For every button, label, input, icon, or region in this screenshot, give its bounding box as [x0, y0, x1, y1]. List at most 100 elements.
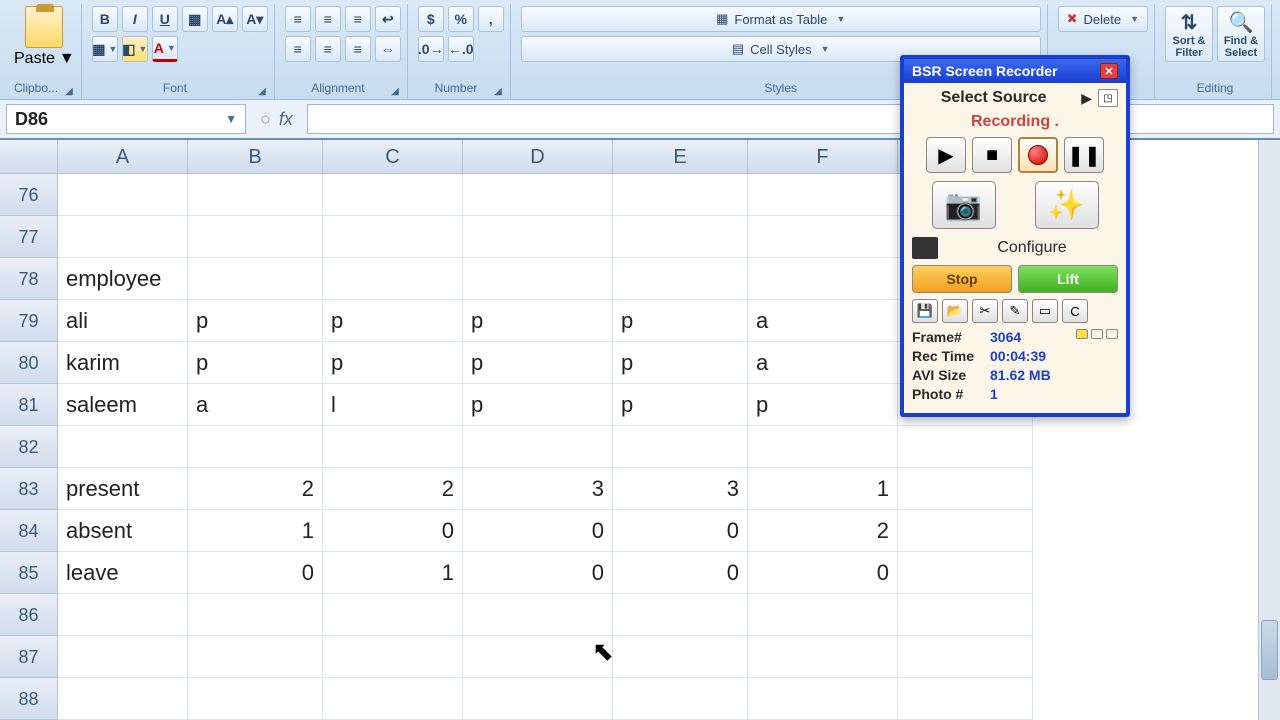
window-icon[interactable]: ▭ [1032, 299, 1058, 323]
cell[interactable] [463, 258, 613, 300]
dialog-launcher-icon[interactable]: ◢ [258, 86, 266, 97]
cell[interactable] [898, 468, 1033, 510]
underline-button[interactable]: U [152, 6, 178, 32]
increase-decimal-button[interactable]: .0→ [418, 36, 444, 62]
dialog-launcher-icon[interactable]: ◢ [494, 86, 502, 97]
cell[interactable] [58, 636, 188, 678]
select-source-button[interactable]: Select Source [912, 89, 1075, 107]
cell[interactable]: 1 [188, 510, 323, 552]
cell[interactable]: 3 [613, 468, 748, 510]
align-right-button[interactable]: ≡ [345, 36, 371, 62]
name-box[interactable]: D86 ▼ [6, 104, 246, 134]
cell[interactable]: p [188, 300, 323, 342]
cell[interactable] [463, 594, 613, 636]
cell[interactable]: 0 [748, 552, 898, 594]
cell[interactable] [463, 426, 613, 468]
recorder-lift-button[interactable]: Lift [1018, 265, 1118, 293]
cell[interactable]: p [323, 342, 463, 384]
close-icon[interactable]: ✕ [1100, 63, 1118, 79]
cell[interactable] [58, 216, 188, 258]
cell[interactable]: 1 [323, 552, 463, 594]
cell[interactable] [188, 426, 323, 468]
cell[interactable] [188, 678, 323, 720]
align-middle-button[interactable]: ≡ [315, 6, 341, 32]
cell[interactable] [463, 174, 613, 216]
cell[interactable]: 0 [188, 552, 323, 594]
recorder-titlebar[interactable]: BSR Screen Recorder ✕ [904, 59, 1126, 83]
row-header[interactable]: 81 [0, 384, 58, 426]
column-header[interactable]: F [748, 140, 898, 174]
save-icon[interactable]: 💾 [912, 299, 938, 323]
configure-button[interactable]: Configure [946, 239, 1118, 257]
cell[interactable] [898, 594, 1033, 636]
screenshot-button[interactable]: 📷 [932, 181, 996, 229]
cell[interactable] [323, 258, 463, 300]
cell[interactable] [188, 594, 323, 636]
cell[interactable] [188, 636, 323, 678]
fx-icon[interactable]: fx [279, 109, 293, 130]
cell[interactable]: absent [58, 510, 188, 552]
find-select-button[interactable]: 🔍 Find & Select [1217, 6, 1265, 62]
cell[interactable] [323, 426, 463, 468]
cell[interactable]: p [748, 384, 898, 426]
column-header[interactable]: B [188, 140, 323, 174]
cell[interactable]: a [748, 342, 898, 384]
cell[interactable] [463, 678, 613, 720]
cell[interactable]: p [188, 342, 323, 384]
row-header[interactable]: 85 [0, 552, 58, 594]
scrollbar-thumb[interactable] [1261, 620, 1278, 680]
cell[interactable]: 2 [188, 468, 323, 510]
percent-button[interactable]: % [448, 6, 474, 32]
cell[interactable] [613, 174, 748, 216]
cell[interactable]: karim [58, 342, 188, 384]
play-button[interactable]: ▶ [926, 137, 966, 173]
column-header[interactable]: E [613, 140, 748, 174]
cell[interactable]: p [463, 384, 613, 426]
cell[interactable] [748, 426, 898, 468]
cell[interactable] [748, 216, 898, 258]
cell[interactable] [188, 174, 323, 216]
cell[interactable]: ali [58, 300, 188, 342]
cell[interactable] [323, 636, 463, 678]
cell[interactable]: 0 [463, 552, 613, 594]
cell[interactable] [898, 552, 1033, 594]
cell[interactable] [323, 174, 463, 216]
wand-button[interactable]: ✨ [1035, 181, 1099, 229]
align-left-button[interactable]: ≡ [285, 36, 311, 62]
cell[interactable]: employee [58, 258, 188, 300]
cell[interactable]: leave [58, 552, 188, 594]
shrink-font-button[interactable]: A▾ [242, 6, 268, 32]
cell[interactable] [58, 594, 188, 636]
cell[interactable]: p [463, 342, 613, 384]
currency-button[interactable]: $ [418, 6, 444, 32]
align-center-button[interactable]: ≡ [315, 36, 341, 62]
row-header[interactable]: 87 [0, 636, 58, 678]
cell[interactable]: l [323, 384, 463, 426]
cell[interactable] [613, 216, 748, 258]
dialog-launcher-icon[interactable]: ◢ [65, 86, 73, 97]
record-button[interactable] [1018, 137, 1058, 173]
select-all-corner[interactable] [0, 140, 58, 174]
cell[interactable] [748, 594, 898, 636]
cell[interactable] [58, 426, 188, 468]
cell[interactable]: 2 [748, 510, 898, 552]
cell[interactable]: a [748, 300, 898, 342]
cell[interactable]: a [188, 384, 323, 426]
fill-color-button[interactable]: ◧▼ [122, 36, 148, 62]
row-header[interactable]: 78 [0, 258, 58, 300]
pause-button[interactable]: ❚❚ [1064, 137, 1104, 173]
screen-recorder-panel[interactable]: BSR Screen Recorder ✕ Select Source ▶ ◳ … [900, 55, 1130, 417]
grow-font-button[interactable]: A▴ [212, 6, 238, 32]
cell[interactable]: 0 [463, 510, 613, 552]
row-header[interactable]: 82 [0, 426, 58, 468]
cell[interactable] [188, 216, 323, 258]
cell[interactable]: p [613, 342, 748, 384]
dialog-launcher-icon[interactable]: ◢ [391, 86, 399, 97]
cell[interactable]: p [463, 300, 613, 342]
row-header[interactable]: 80 [0, 342, 58, 384]
cell[interactable] [898, 678, 1033, 720]
cell[interactable]: saleem [58, 384, 188, 426]
cell[interactable] [463, 216, 613, 258]
cell[interactable] [323, 678, 463, 720]
clipboard-icon[interactable] [25, 6, 63, 48]
